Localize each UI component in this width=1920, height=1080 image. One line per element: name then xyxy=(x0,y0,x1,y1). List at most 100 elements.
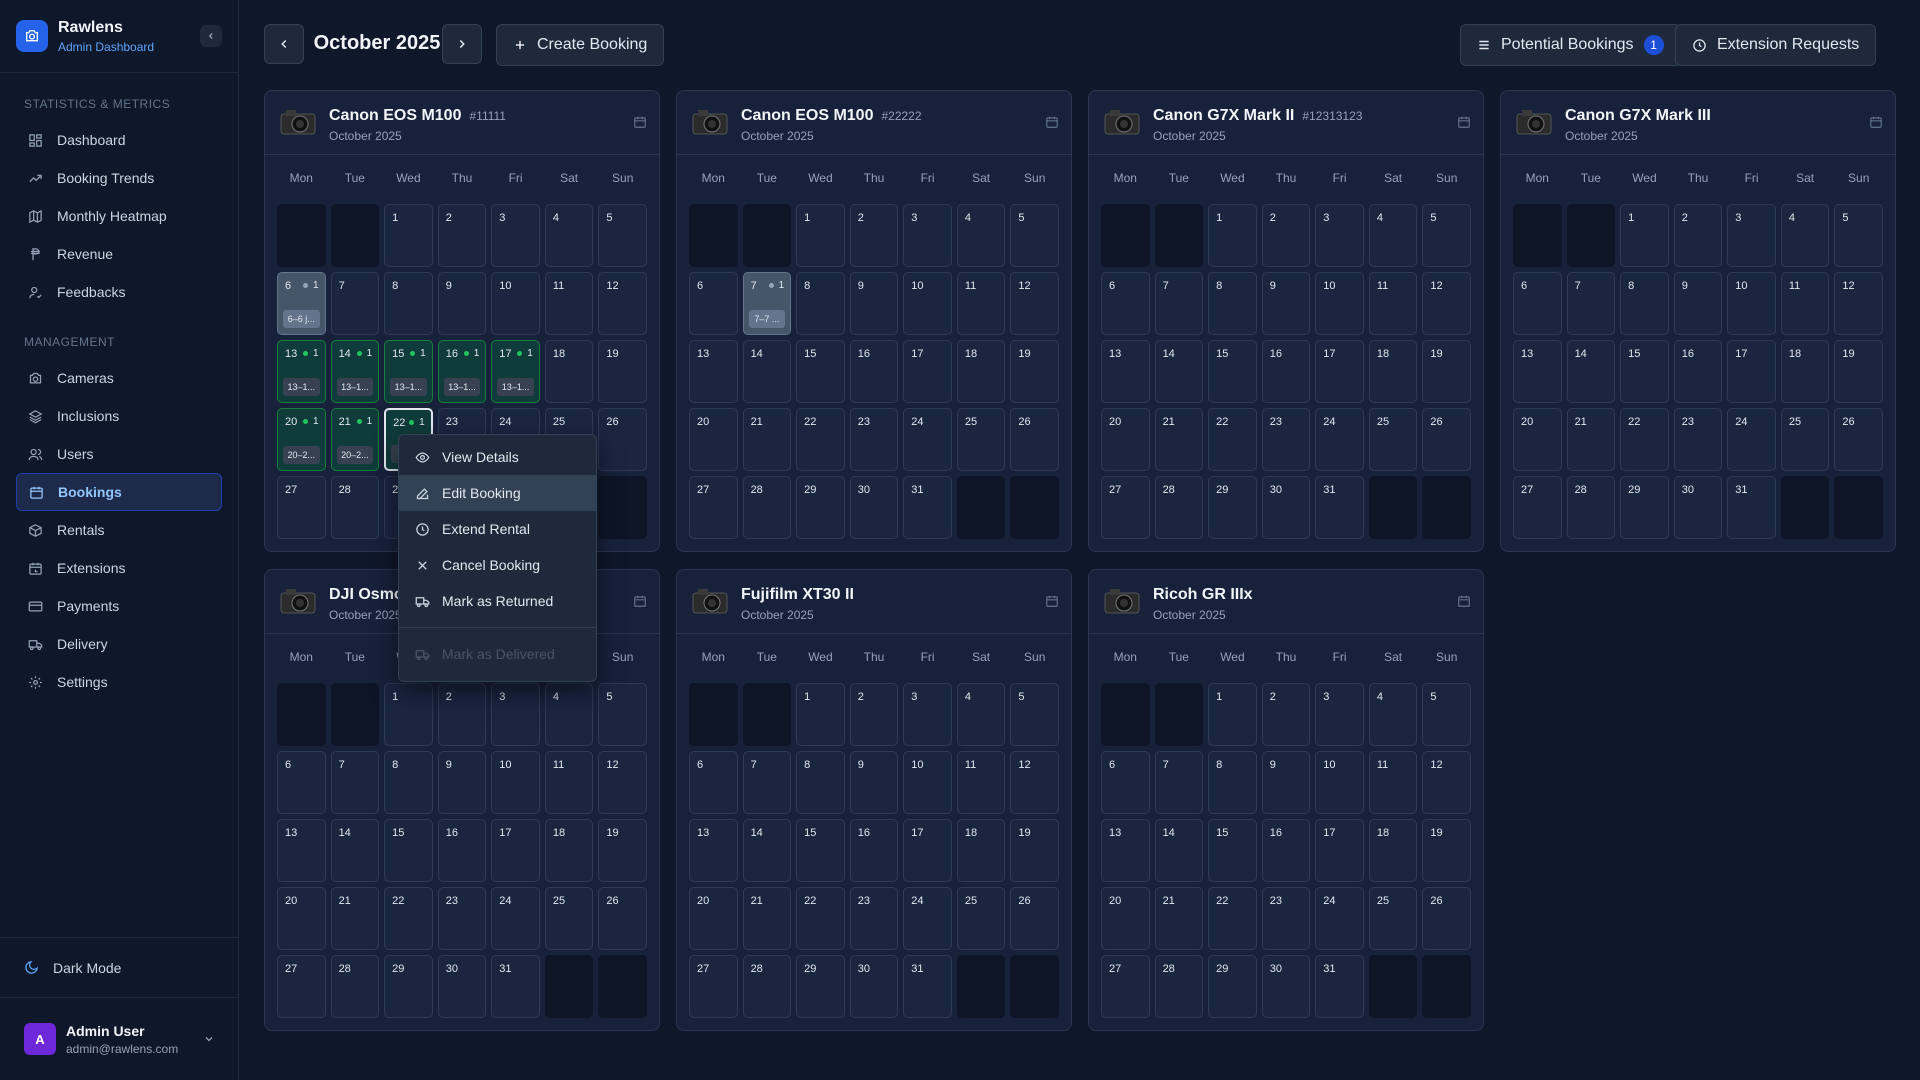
sidebar-item-rentals[interactable]: Rentals xyxy=(16,511,222,549)
day-cell-27[interactable]: 27 xyxy=(1513,476,1562,539)
calendar-icon[interactable] xyxy=(633,594,647,613)
day-cell-20[interactable]: 20 xyxy=(689,408,738,471)
day-cell-22[interactable]: 22 xyxy=(796,408,845,471)
day-cell-16[interactable]: 16 1 13–1... xyxy=(437,340,487,403)
day-cell-12[interactable]: 12 xyxy=(1422,751,1471,814)
day-cell-27[interactable]: 27 xyxy=(277,955,326,1018)
day-cell-17[interactable]: 17 xyxy=(1727,340,1776,403)
day-cell-12[interactable]: 12 xyxy=(1010,751,1059,814)
day-cell-31[interactable]: 31 xyxy=(491,955,540,1018)
day-cell-29[interactable]: 29 xyxy=(1208,955,1257,1018)
sidebar-item-monthly-heatmap[interactable]: Monthly Heatmap xyxy=(16,197,222,235)
booking-pill[interactable]: 13–1... xyxy=(497,378,534,396)
day-cell-8[interactable]: 8 xyxy=(384,751,433,814)
calendar-icon[interactable] xyxy=(1045,115,1059,134)
day-cell-13[interactable]: 13 1 13–1... xyxy=(277,340,326,403)
day-cell-20[interactable]: 20 xyxy=(1101,887,1150,950)
day-cell-13[interactable]: 13 xyxy=(1101,340,1150,403)
menu-item-cancel-booking[interactable]: Cancel Booking xyxy=(399,547,596,583)
day-cell-2[interactable]: 2 xyxy=(1261,204,1311,267)
day-cell-28[interactable]: 28 xyxy=(330,955,380,1018)
booking-pill[interactable]: 20–2... xyxy=(283,446,320,464)
day-cell-6[interactable]: 6 xyxy=(277,751,326,814)
day-cell-22[interactable]: 22 xyxy=(796,887,845,950)
day-cell-4[interactable]: 4 xyxy=(1780,204,1830,267)
day-cell-15[interactable]: 15 xyxy=(1208,340,1257,403)
day-cell-7[interactable]: 7 1 7–7 ... xyxy=(742,272,792,335)
day-cell-15[interactable]: 15 xyxy=(796,819,845,882)
day-cell-26[interactable]: 26 xyxy=(1010,887,1059,950)
day-cell-18[interactable]: 18 xyxy=(544,340,594,403)
day-cell-14[interactable]: 14 xyxy=(1566,340,1616,403)
day-cell-28[interactable]: 28 xyxy=(742,476,792,539)
booking-pill[interactable]: 13–1... xyxy=(443,378,481,396)
day-cell-2[interactable]: 2 xyxy=(849,683,899,746)
day-cell-28[interactable]: 28 xyxy=(1566,476,1616,539)
day-cell-2[interactable]: 2 xyxy=(1261,683,1311,746)
day-cell-1[interactable]: 1 xyxy=(384,683,433,746)
day-cell-18[interactable]: 18 xyxy=(956,340,1006,403)
sidebar-item-revenue[interactable]: Revenue xyxy=(16,235,222,273)
day-cell-19[interactable]: 19 xyxy=(1422,340,1471,403)
sidebar-item-delivery[interactable]: Delivery xyxy=(16,625,222,663)
day-cell-9[interactable]: 9 xyxy=(849,272,899,335)
day-cell-17[interactable]: 17 xyxy=(903,340,952,403)
day-cell-15[interactable]: 15 xyxy=(384,819,433,882)
day-cell-30[interactable]: 30 xyxy=(1673,476,1723,539)
day-cell-17[interactable]: 17 xyxy=(1315,819,1364,882)
day-cell-24[interactable]: 24 xyxy=(903,408,952,471)
day-cell-24[interactable]: 24 xyxy=(1727,408,1776,471)
day-cell-13[interactable]: 13 xyxy=(689,340,738,403)
sidebar-item-inclusions[interactable]: Inclusions xyxy=(16,397,222,435)
day-cell-19[interactable]: 19 xyxy=(598,340,647,403)
day-cell-22[interactable]: 22 xyxy=(384,887,433,950)
day-cell-7[interactable]: 7 xyxy=(742,751,792,814)
day-cell-7[interactable]: 7 xyxy=(1566,272,1616,335)
day-cell-22[interactable]: 22 xyxy=(1208,887,1257,950)
day-cell-13[interactable]: 13 xyxy=(277,819,326,882)
day-cell-1[interactable]: 1 xyxy=(384,204,433,267)
day-cell-11[interactable]: 11 xyxy=(956,751,1006,814)
day-cell-16[interactable]: 16 xyxy=(1673,340,1723,403)
day-cell-16[interactable]: 16 xyxy=(849,340,899,403)
day-cell-13[interactable]: 13 xyxy=(1513,340,1562,403)
sidebar-item-cameras[interactable]: Cameras xyxy=(16,359,222,397)
day-cell-18[interactable]: 18 xyxy=(956,819,1006,882)
day-cell-2[interactable]: 2 xyxy=(437,683,487,746)
day-cell-8[interactable]: 8 xyxy=(384,272,433,335)
day-cell-19[interactable]: 19 xyxy=(1422,819,1471,882)
next-month-button[interactable] xyxy=(442,24,482,64)
day-cell-14[interactable]: 14 xyxy=(330,819,380,882)
day-cell-20[interactable]: 20 xyxy=(1513,408,1562,471)
day-cell-19[interactable]: 19 xyxy=(598,819,647,882)
day-cell-11[interactable]: 11 xyxy=(544,751,594,814)
menu-item-edit-booking[interactable]: Edit Booking xyxy=(399,475,596,511)
day-cell-25[interactable]: 25 xyxy=(956,887,1006,950)
day-cell-6[interactable]: 6 xyxy=(689,751,738,814)
extension-requests-button[interactable]: Extension Requests xyxy=(1675,24,1877,66)
day-cell-10[interactable]: 10 xyxy=(903,751,952,814)
day-cell-2[interactable]: 2 xyxy=(1673,204,1723,267)
day-cell-15[interactable]: 15 xyxy=(796,340,845,403)
day-cell-10[interactable]: 10 xyxy=(1315,751,1364,814)
day-cell-27[interactable]: 27 xyxy=(689,476,738,539)
day-cell-16[interactable]: 16 xyxy=(849,819,899,882)
day-cell-5[interactable]: 5 xyxy=(598,683,647,746)
day-cell-22[interactable]: 22 xyxy=(1208,408,1257,471)
day-cell-30[interactable]: 30 xyxy=(849,955,899,1018)
day-cell-21[interactable]: 21 xyxy=(1154,887,1204,950)
day-cell-4[interactable]: 4 xyxy=(544,683,594,746)
day-cell-5[interactable]: 5 xyxy=(1422,683,1471,746)
sidebar-item-booking-trends[interactable]: Booking Trends xyxy=(16,159,222,197)
day-cell-20[interactable]: 20 xyxy=(277,887,326,950)
day-cell-25[interactable]: 25 xyxy=(1368,887,1418,950)
day-cell-11[interactable]: 11 xyxy=(1780,272,1830,335)
day-cell-29[interactable]: 29 xyxy=(384,955,433,1018)
day-cell-9[interactable]: 9 xyxy=(437,751,487,814)
day-cell-23[interactable]: 23 xyxy=(1673,408,1723,471)
day-cell-31[interactable]: 31 xyxy=(1315,476,1364,539)
day-cell-25[interactable]: 25 xyxy=(1368,408,1418,471)
day-cell-7[interactable]: 7 xyxy=(1154,751,1204,814)
day-cell-5[interactable]: 5 xyxy=(1422,204,1471,267)
day-cell-12[interactable]: 12 xyxy=(598,272,647,335)
